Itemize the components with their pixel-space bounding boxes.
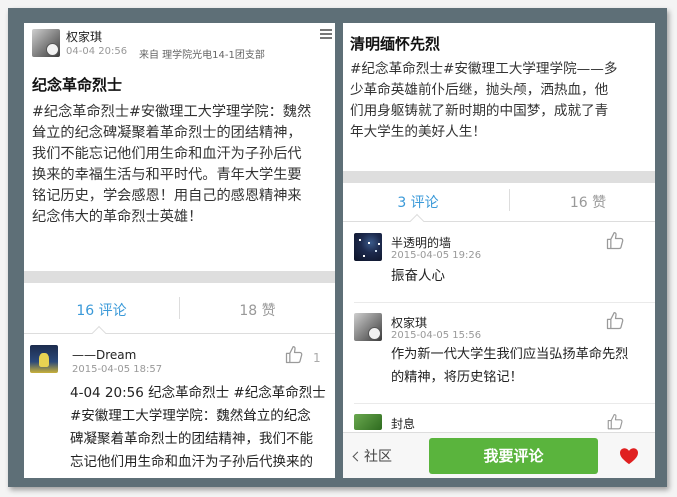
- post-body: #纪念革命烈士#安徽理工大学理学院——多 少革命英雄前仆后继，抛头颅，洒热血，他…: [350, 59, 655, 143]
- comment-time: 2015-04-05 15:56: [391, 330, 482, 341]
- tab-likes[interactable]: 16 赞: [513, 192, 655, 212]
- back-label: 社区: [364, 449, 392, 465]
- tab-bar: 16 评论 18 赞: [24, 283, 335, 333]
- comment-text-line: 的精神，将历史铭记！: [391, 370, 523, 385]
- comment-time: 2015-04-05 18:57: [72, 364, 163, 375]
- comment-text: 作为新一代大学生我们应当弘扬革命先烈 的精神，将历史铭记！: [391, 343, 655, 389]
- comment-text: 4-04 20:56 纪念革命烈士 #纪念革命烈士 #安徽理工大学理学院：魏然耸…: [70, 382, 335, 474]
- like-count: 1: [313, 351, 321, 365]
- commenter-avatar[interactable]: [354, 414, 382, 430]
- thumbs-up-icon[interactable]: [284, 345, 304, 365]
- comment-text-line: 4-04 20:56 纪念革命烈士 #纪念革命烈士: [70, 385, 326, 401]
- tab-separator: [509, 189, 510, 211]
- tab-underline: [343, 221, 655, 222]
- post-body-line: #纪念革命烈士#安徽理工大学理学院——多: [350, 61, 618, 77]
- chevron-left-icon: [352, 451, 363, 462]
- comment-text-line: 碑凝聚着革命烈士的团结精神，我们不能: [70, 431, 313, 447]
- thumbs-up-icon[interactable]: [605, 311, 625, 331]
- commenter-name[interactable]: 封息: [391, 415, 415, 432]
- post-time: 04-04 20:56: [66, 46, 128, 57]
- tab-comments[interactable]: 16 评论: [24, 300, 179, 320]
- comment-separator: [354, 302, 655, 303]
- post-title: 纪念革命烈士: [32, 76, 123, 94]
- post-body-line: 耸立的纪念碑凝聚着革命烈士的团结精神，: [32, 125, 302, 141]
- post-source: 来自 理学院光电14-1团支部: [139, 50, 265, 61]
- right-panel: 清明缅怀先烈 #纪念革命烈士#安徽理工大学理学院——多 少革命英雄前仆后继，抛头…: [343, 23, 655, 478]
- thumbs-up-icon[interactable]: [605, 413, 625, 431]
- commenter-name[interactable]: 半透明的墙: [391, 234, 451, 251]
- back-to-community-link[interactable]: 社区: [352, 446, 392, 466]
- commenter-avatar[interactable]: [30, 345, 58, 373]
- commenter-avatar[interactable]: [354, 313, 382, 341]
- post-title: 清明缅怀先烈: [350, 35, 441, 53]
- tab-likes[interactable]: 18 赞: [180, 300, 335, 320]
- left-panel: 权家琪 04-04 20:56 来自 理学院光电14-1团支部 纪念革命烈士 #…: [24, 23, 335, 478]
- comment-time: 2015-04-05 19:26: [391, 250, 482, 261]
- bottom-action-bar: 社区 我要评论: [343, 432, 655, 478]
- write-comment-button[interactable]: 我要评论: [429, 438, 598, 474]
- tab-bar: 3 评论 16 赞: [343, 183, 655, 221]
- thumbs-up-icon[interactable]: [605, 231, 625, 251]
- commenter-name[interactable]: 权家琪: [391, 314, 427, 331]
- commenter-name[interactable]: ——Dream: [72, 348, 136, 362]
- section-divider: [343, 171, 655, 183]
- post-body-line: 铭记历史，学会感恩！用自己的感恩精神来: [32, 188, 302, 204]
- screenshot-frame: 权家琪 04-04 20:56 来自 理学院光电14-1团支部 纪念革命烈士 #…: [8, 8, 667, 487]
- comment-separator: [354, 403, 655, 404]
- post-header: 权家琪 04-04 20:56 来自 理学院光电14-1团支部: [24, 23, 335, 65]
- commenter-avatar[interactable]: [354, 233, 382, 261]
- post-body-line: #纪念革命烈士#安徽理工大学理学院：魏然: [32, 104, 312, 120]
- post-body: #纪念革命烈士#安徽理工大学理学院：魏然 耸立的纪念碑凝聚着革命烈士的团结精神，…: [32, 102, 332, 228]
- post-body-line: 我们不能忘记他们用生命和血汗为子孙后代: [32, 146, 302, 162]
- comment-text-line: 作为新一代大学生我们应当弘扬革命先烈: [391, 347, 629, 362]
- heart-icon[interactable]: [619, 447, 639, 465]
- tab-underline: [24, 333, 335, 334]
- post-body-line: 纪念伟大的革命烈士英雄！: [32, 209, 203, 225]
- post-body-line: 换来的幸福生活与和平时代。青年大学生要: [32, 167, 302, 183]
- post-body-line: 们用身躯铸就了新时期的中国梦，成就了青: [350, 103, 609, 119]
- author-avatar[interactable]: [32, 29, 60, 57]
- comment-text: 振奋人心: [391, 265, 651, 288]
- post-body-line: 少革命英雄前仆后继，抛头颅，洒热血，他: [350, 82, 609, 98]
- post-body-line: 年大学生的美好人生！: [350, 124, 486, 140]
- menu-icon[interactable]: [320, 29, 332, 39]
- comment-text-line: 忘记他们用生命和血汗为子孙后代换来的: [70, 454, 313, 470]
- comment-text-line: 振奋人心: [391, 268, 445, 284]
- section-divider: [24, 271, 335, 283]
- author-name[interactable]: 权家琪: [66, 28, 102, 45]
- comment-text-line: #安徽理工大学理学院：魏然耸立的纪念: [70, 408, 311, 424]
- tab-comments[interactable]: 3 评论: [343, 192, 493, 212]
